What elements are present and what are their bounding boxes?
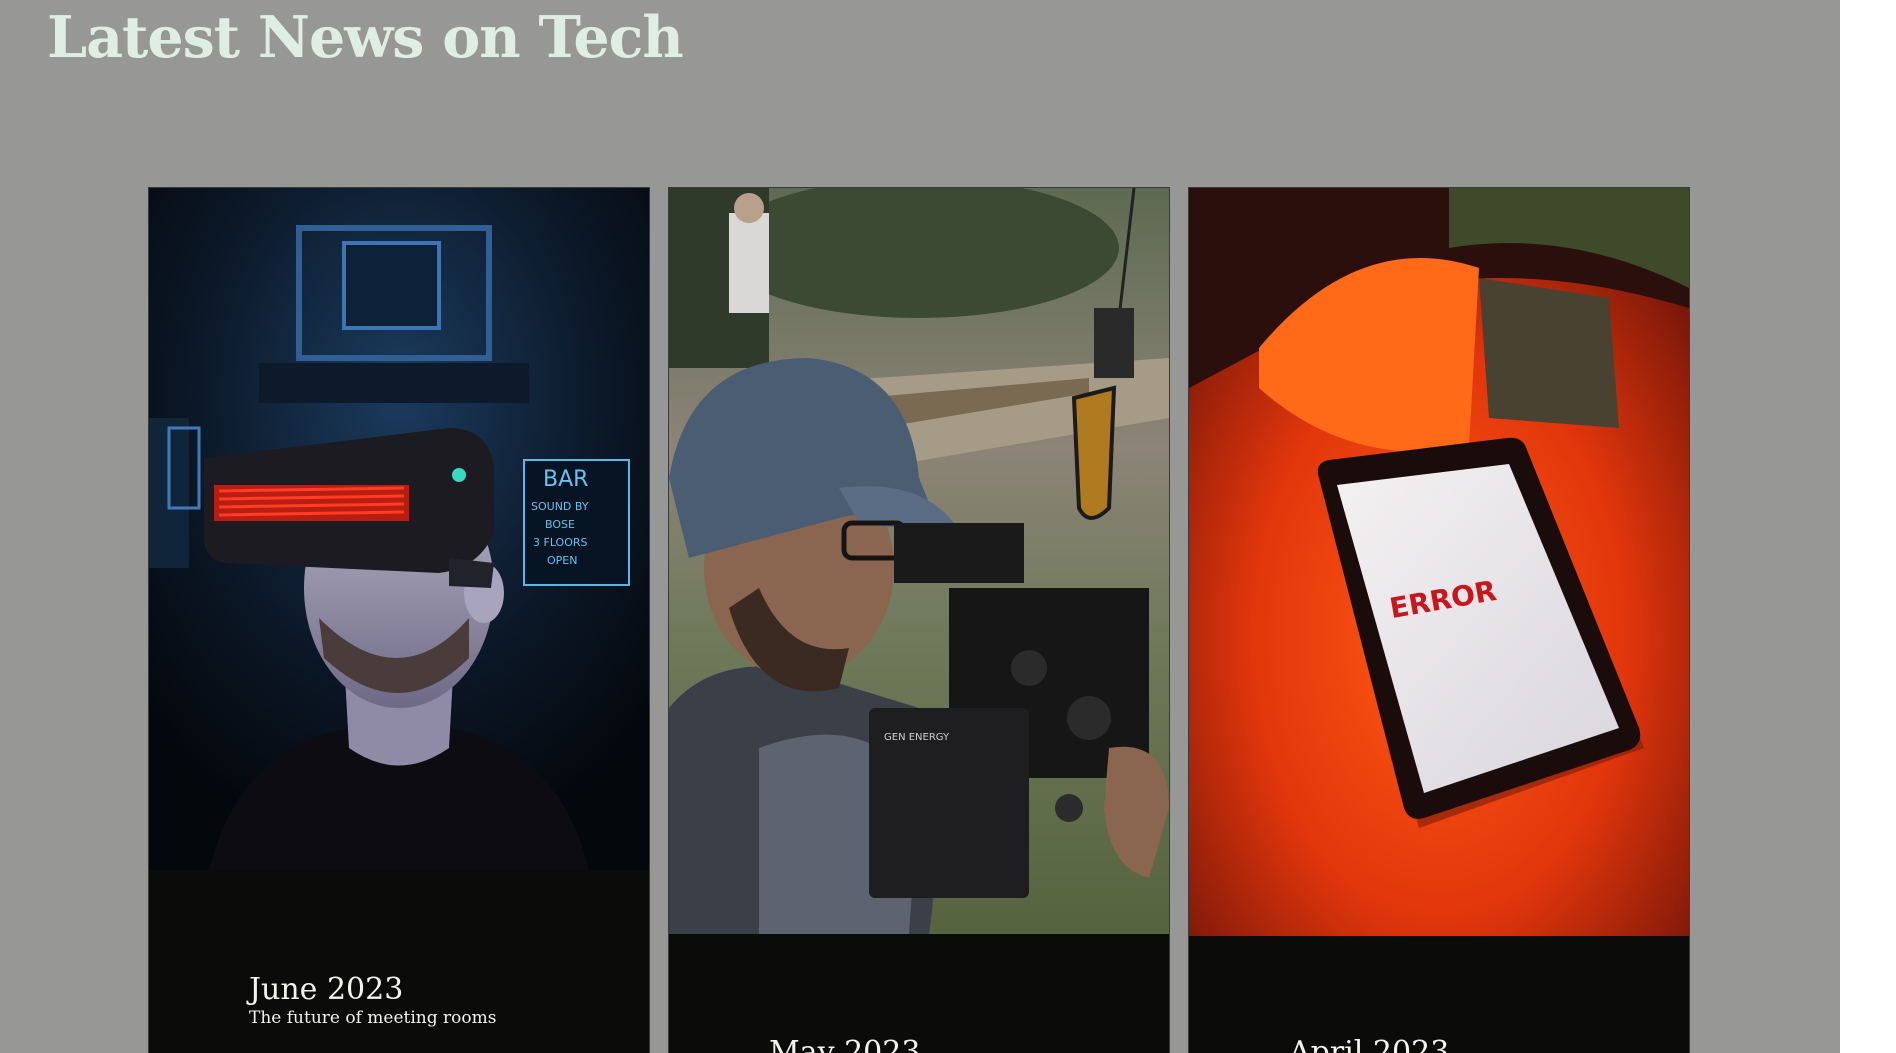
svg-text:BOSE: BOSE [545,518,575,531]
news-card-subtitle: The future of meeting rooms [249,1008,497,1028]
news-card-april[interactable]: ERROR April 2023 [1188,187,1690,1053]
svg-text:OPEN: OPEN [547,554,577,567]
svg-text:BAR: BAR [543,467,588,492]
svg-text:3 FLOORS: 3 FLOORS [533,536,588,549]
svg-text:GEN ENERGY: GEN ENERGY [884,732,950,743]
page-title: Latest News on Tech [47,4,684,71]
news-card-image-cameraman[interactable]: GEN ENERGY [669,188,1169,934]
news-card-caption: June 2023 The future of meeting rooms [249,973,496,1029]
news-card-date: April 2023 [1289,1035,1450,1053]
news-card-date: June 2023 [249,972,404,1007]
news-card-june[interactable]: BAR SOUND BY BOSE 3 FLOORS OPEN June 202… [148,187,650,1053]
news-card-date: May 2023 [769,1035,921,1053]
news-card-may[interactable]: GEN ENERGY May 2023 [668,187,1170,1053]
news-card-image-phone-error[interactable]: ERROR [1189,188,1689,936]
news-card-caption: May 2023 [769,1036,920,1053]
page: Latest News on Tech BAR SOUND BY BOSE 3 … [0,0,1840,1053]
svg-text:SOUND BY: SOUND BY [531,500,589,513]
news-card-caption: April 2023 [1289,1036,1449,1053]
news-card-image-vr-headset[interactable]: BAR SOUND BY BOSE 3 FLOORS OPEN [149,188,649,870]
